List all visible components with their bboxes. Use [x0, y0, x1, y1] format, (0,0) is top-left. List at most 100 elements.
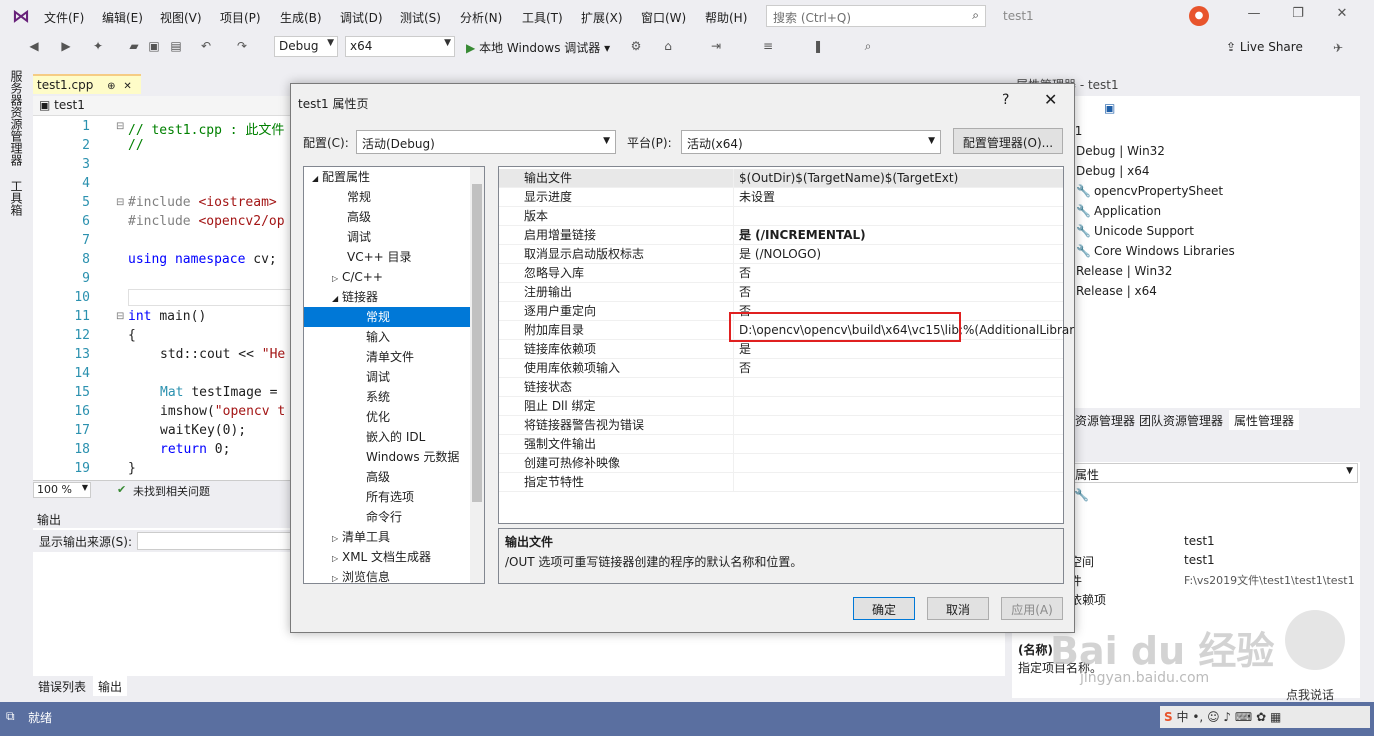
- grid-value[interactable]: 是: [739, 340, 751, 359]
- tree-item-core-libs[interactable]: Core Windows Libraries: [1094, 244, 1235, 258]
- open-icon[interactable]: ▰: [126, 38, 142, 54]
- redo-icon[interactable]: ↷: [234, 38, 250, 54]
- menu-test[interactable]: 测试(S): [400, 9, 441, 26]
- config-manager-button[interactable]: 配置管理器(O)...: [953, 128, 1063, 154]
- ok-button[interactable]: 确定: [853, 597, 915, 620]
- grid-value[interactable]: 否: [739, 283, 751, 302]
- zoom-combo[interactable]: 100 % ▼: [33, 482, 91, 498]
- forward-icon[interactable]: ▶: [58, 38, 74, 54]
- tree-node-cpp[interactable]: ▷ C/C++: [304, 267, 484, 287]
- config-combo[interactable]: Debug ▼: [274, 36, 338, 57]
- save-all-icon[interactable]: ▤: [168, 38, 184, 54]
- prop-value[interactable]: test1: [1184, 553, 1215, 567]
- menu-file[interactable]: 文件(F): [44, 9, 84, 26]
- expand-icon[interactable]: ▷: [332, 534, 338, 543]
- ime-mode[interactable]: 中: [1176, 710, 1188, 724]
- output-source-select[interactable]: [137, 532, 297, 550]
- platform-combo[interactable]: x64 ▼: [345, 36, 455, 57]
- tree-item-debug-x64[interactable]: Debug | x64: [1076, 164, 1150, 178]
- collapse-icon[interactable]: ⊟: [116, 311, 124, 322]
- find-icon[interactable]: ⌕: [860, 38, 876, 54]
- save-icon[interactable]: ▣: [146, 38, 162, 54]
- cancel-button[interactable]: 取消: [927, 597, 989, 620]
- tree-item-application[interactable]: Application: [1094, 204, 1161, 218]
- help-icon[interactable]: ?: [1002, 92, 1009, 108]
- close-icon[interactable]: ✕: [123, 81, 131, 92]
- grid-icon[interactable]: ▦: [1270, 710, 1281, 724]
- grid-value[interactable]: 否: [739, 359, 751, 378]
- microphone-icon[interactable]: [1285, 610, 1345, 670]
- grid-row[interactable]: 链接库依赖项 是: [499, 340, 1063, 359]
- search-input[interactable]: 搜索 (Ctrl+Q) ⌕: [766, 5, 986, 27]
- tab-output[interactable]: 输出: [93, 676, 128, 696]
- tree-node-browse-info[interactable]: ▷ 浏览信息: [304, 567, 484, 583]
- grid-row[interactable]: 指定节特性: [499, 473, 1063, 492]
- editor-tab-test1cpp[interactable]: test1.cpp ⊕ ✕: [33, 74, 141, 94]
- grid-value[interactable]: 否: [739, 264, 751, 283]
- config-select[interactable]: 活动(Debug) ▼: [356, 130, 616, 154]
- tree-node-linker-general[interactable]: 常规: [304, 307, 484, 327]
- grid-row[interactable]: 版本: [499, 207, 1063, 226]
- close-window-icon[interactable]: ✕: [1328, 6, 1356, 26]
- skin-icon[interactable]: ✿: [1256, 710, 1266, 724]
- menu-help[interactable]: 帮助(H): [705, 9, 747, 26]
- prop-value[interactable]: test1: [1184, 534, 1215, 548]
- grid-row[interactable]: 创建可热修补映像: [499, 454, 1063, 473]
- grid-value[interactable]: $(OutDir)$(TargetName)$(TargetExt): [739, 169, 958, 188]
- tree-node-advanced[interactable]: 高级: [304, 207, 484, 227]
- menu-debug[interactable]: 调试(D): [340, 9, 383, 26]
- grid-row[interactable]: 忽略导入库 否: [499, 264, 1063, 283]
- close-icon[interactable]: ✕: [1044, 90, 1057, 109]
- grid-value[interactable]: 是 (/INCREMENTAL): [739, 226, 866, 245]
- tree-item-release-win32[interactable]: Release | Win32: [1076, 264, 1172, 278]
- tree-node-linker-input[interactable]: 输入: [304, 327, 484, 347]
- ime-toolbar[interactable]: S 中 •, ☺ ♪ ⌨ ✿ ▦: [1160, 706, 1370, 728]
- tree-node-vc-dirs[interactable]: VC++ 目录: [304, 247, 484, 267]
- undo-icon[interactable]: ↶: [198, 38, 214, 54]
- collapse-icon[interactable]: ⊟: [116, 121, 124, 132]
- apply-button[interactable]: 应用(A): [1001, 597, 1063, 620]
- tree-item-unicode[interactable]: Unicode Support: [1094, 224, 1194, 238]
- tab-team-explorer[interactable]: 团队资源管理器: [1134, 410, 1228, 430]
- pin-icon[interactable]: ⊕: [107, 81, 115, 92]
- tree-node-linker-system[interactable]: 系统: [304, 387, 484, 407]
- grid-value[interactable]: 未设置: [739, 188, 775, 207]
- comment-icon[interactable]: ≡: [760, 38, 776, 54]
- menu-tools[interactable]: 工具(T): [522, 9, 563, 26]
- live-share-button[interactable]: ⇪ Live Share: [1226, 40, 1303, 54]
- grid-row[interactable]: 阻止 Dll 绑定: [499, 397, 1063, 416]
- grid-row[interactable]: 将链接器警告视为错误: [499, 416, 1063, 435]
- user-avatar[interactable]: ●: [1189, 6, 1209, 26]
- tab-solution-explorer[interactable]: 资源管理器: [1070, 410, 1140, 430]
- back-icon[interactable]: ◀: [26, 38, 42, 54]
- attach-icon[interactable]: ⚙: [628, 38, 644, 54]
- feedback-icon[interactable]: ✈: [1330, 40, 1346, 56]
- tree-node-linker-optimization[interactable]: 优化: [304, 407, 484, 427]
- tree-item-release-x64[interactable]: Release | x64: [1076, 284, 1157, 298]
- expand-icon[interactable]: ◢: [312, 174, 318, 183]
- tree-node-linker-winmd[interactable]: Windows 元数据: [304, 447, 484, 467]
- menu-window[interactable]: 窗口(W): [641, 9, 686, 26]
- platform-select[interactable]: 活动(x64) ▼: [681, 130, 941, 154]
- emoji-icon[interactable]: ☺: [1207, 710, 1220, 724]
- browser-icon[interactable]: ⌂: [660, 38, 676, 54]
- tree-node-linker-manifest[interactable]: 清单文件: [304, 347, 484, 367]
- tree-node-config-props[interactable]: ◢ 配置属性: [304, 167, 484, 187]
- prop-value[interactable]: F:\vs2019文件\test1\test1\test1: [1184, 572, 1356, 588]
- grid-value[interactable]: 是 (/NOLOGO): [739, 245, 821, 264]
- tree-scrollbar-thumb[interactable]: [472, 184, 482, 502]
- grid-row[interactable]: 启用增量链接 是 (/INCREMENTAL): [499, 226, 1063, 245]
- properties-object-select[interactable]: 属性 ▼: [1070, 463, 1358, 483]
- new-project-icon[interactable]: ✦: [90, 38, 106, 54]
- issues-status[interactable]: 未找到相关问题: [133, 483, 210, 499]
- grid-row[interactable]: 链接状态: [499, 378, 1063, 397]
- expand-icon[interactable]: ◢: [332, 294, 338, 303]
- grid-row[interactable]: 显示进度 未设置: [499, 188, 1063, 207]
- tree-node-linker-all-options[interactable]: 所有选项: [304, 487, 484, 507]
- menu-view[interactable]: 视图(V): [160, 9, 202, 26]
- expand-icon[interactable]: ▷: [332, 274, 338, 283]
- menu-extensions[interactable]: 扩展(X): [581, 9, 623, 26]
- tab-error-list[interactable]: 错误列表: [33, 676, 92, 696]
- menu-build[interactable]: 生成(B): [280, 9, 322, 26]
- toolbox-tab[interactable]: 工具箱: [8, 180, 25, 216]
